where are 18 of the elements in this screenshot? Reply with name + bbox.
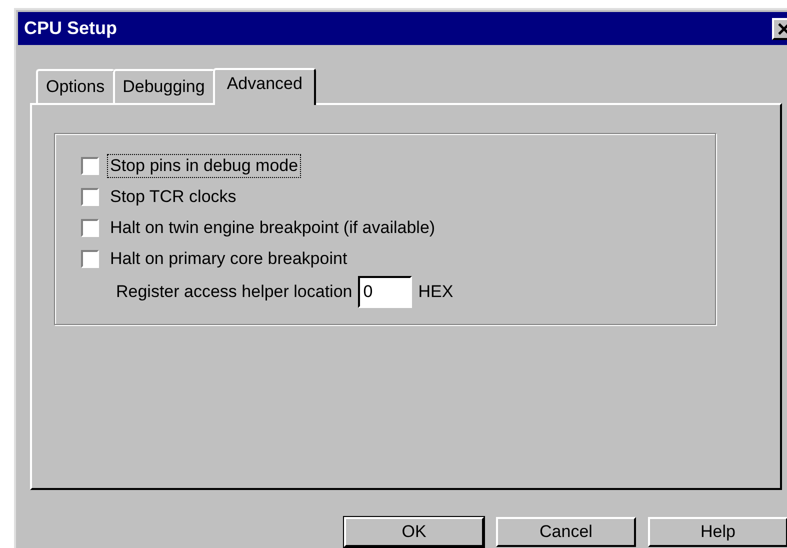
- window-title: CPU Setup: [24, 18, 118, 39]
- checkbox-label[interactable]: Stop TCR clocks: [107, 184, 240, 208]
- field-label: Register access helper location: [116, 282, 352, 302]
- dialog-button[interactable]: Cancel: [496, 517, 636, 547]
- close-icon: [777, 22, 787, 36]
- checkbox-label[interactable]: Halt on twin engine breakpoint (if available): [107, 216, 438, 240]
- tab[interactable]: Advanced: [212, 68, 316, 105]
- checkbox[interactable]: [81, 188, 99, 206]
- checkbox[interactable]: [81, 156, 99, 174]
- input-field[interactable]: 0: [358, 276, 412, 308]
- tab[interactable]: Options: [36, 69, 115, 103]
- checkbox-label[interactable]: Stop pins in debug mode: [107, 154, 302, 178]
- checkbox[interactable]: [81, 250, 99, 268]
- checkbox[interactable]: [81, 218, 99, 236]
- unit-label: HEX: [418, 282, 454, 302]
- dialog-button[interactable]: OK: [344, 517, 484, 547]
- dialog-button[interactable]: Help: [648, 517, 787, 547]
- checkbox-label[interactable]: Halt on primary core breakpoint: [107, 246, 350, 270]
